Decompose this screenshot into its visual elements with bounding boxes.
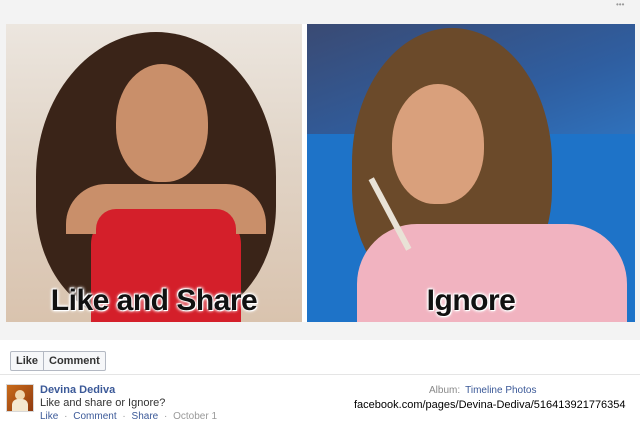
divider <box>0 374 640 375</box>
face-shape <box>116 64 208 182</box>
author-name-link[interactable]: Devina Dediva <box>40 384 115 396</box>
post-date-link[interactable]: October 1 <box>173 411 217 422</box>
like-link[interactable]: Like <box>40 411 58 422</box>
avatar-body-shape <box>12 399 28 411</box>
like-button[interactable]: Like <box>10 351 45 371</box>
post-actions: Like · Comment · Share · October 1 <box>40 411 217 422</box>
comment-button[interactable]: Comment <box>44 351 106 371</box>
separator: · <box>164 411 168 422</box>
dress-top-shape <box>96 209 236 269</box>
like-comment-bar: Like Comment <box>10 351 106 371</box>
face-shape <box>392 84 484 204</box>
comment-link[interactable]: Comment <box>73 411 116 422</box>
caption-like-and-share: Like and Share <box>50 284 258 317</box>
album-label: Album: <box>429 385 461 396</box>
photo-left-panel[interactable]: Like and Share <box>6 24 302 322</box>
avatar[interactable] <box>6 384 34 412</box>
album-link[interactable]: Timeline Photos <box>460 385 536 396</box>
separator: · <box>64 411 68 422</box>
photo-viewer: ••• Like and Share Ignore <box>0 0 640 340</box>
watermark-text: facebook.com/pages/Devina-Dediva/5164139… <box>354 399 626 411</box>
album-info: Album: Timeline Photos <box>429 385 536 396</box>
caption-ignore: Ignore <box>426 284 516 317</box>
photo-right-panel[interactable]: Ignore <box>307 24 635 322</box>
share-link[interactable]: Share <box>132 411 159 422</box>
post-text: Like and share or Ignore? <box>40 397 166 409</box>
separator: · <box>122 411 126 422</box>
options-icon[interactable]: ••• <box>616 0 630 9</box>
